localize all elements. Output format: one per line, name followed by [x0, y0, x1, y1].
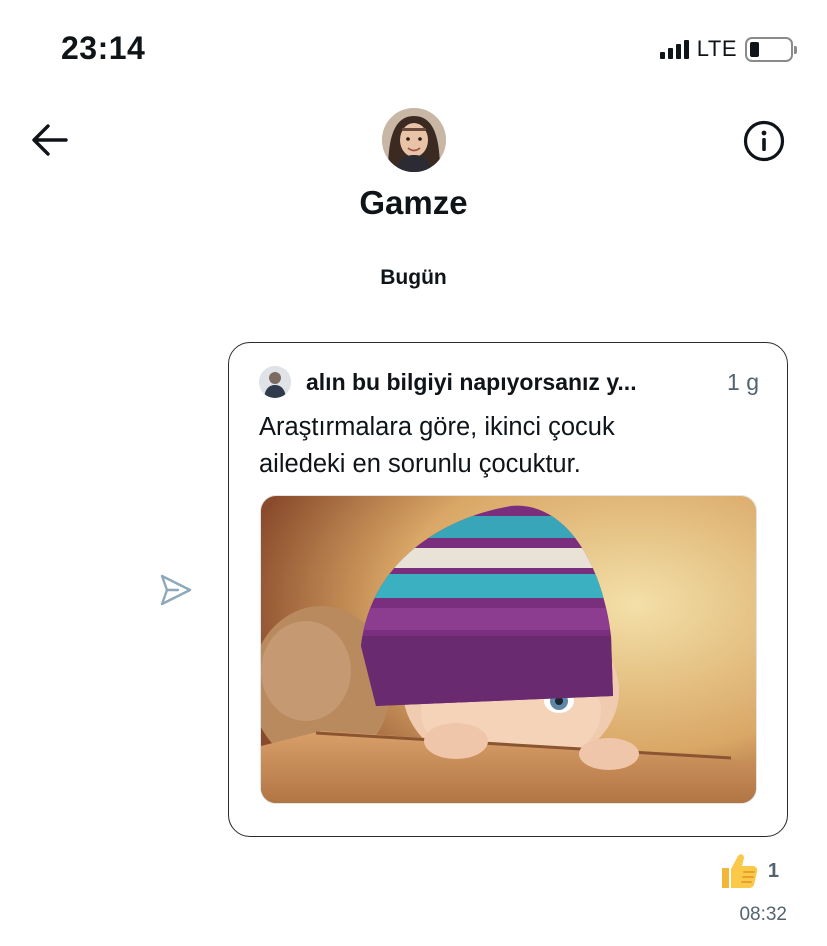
- post-text: Araştırmalara göre, ikinci çocuk ailedek…: [259, 409, 729, 483]
- reaction-count: 1: [767, 859, 779, 882]
- info-circle-icon: [743, 120, 785, 162]
- post-text-line: Araştırmalara göre, ikinci çocuk: [259, 413, 615, 441]
- status-indicators: LTE: [659, 36, 797, 62]
- post-header: alın bu bilgiyi napıyorsanız y... 1 g: [259, 365, 759, 399]
- contact-name[interactable]: Gamze: [0, 184, 827, 222]
- post-age: 1 g: [727, 369, 759, 395]
- info-button[interactable]: [743, 120, 785, 162]
- day-separator: Bugün: [380, 266, 447, 289]
- contact-avatar[interactable]: [382, 108, 446, 172]
- message-time: 08:32: [739, 904, 787, 925]
- send-icon: [160, 574, 192, 606]
- thumbs-up-icon: [718, 850, 760, 892]
- status-time: 23:14: [61, 30, 146, 66]
- post-author: alın bu bilgiyi napıyorsanız y...: [306, 368, 637, 395]
- signal-icon: [659, 39, 689, 59]
- post-text-line: ailedeki en sorunlu çocuktur.: [259, 450, 581, 478]
- arrow-left-icon: [32, 124, 68, 156]
- share-button[interactable]: [158, 572, 194, 608]
- post-image[interactable]: [260, 495, 757, 804]
- author-avatar: [259, 366, 291, 398]
- network-label: LTE: [696, 36, 737, 61]
- battery-icon: [745, 36, 797, 62]
- shared-post-card[interactable]: alın bu bilgiyi napıyorsanız y... 1 g Ar…: [228, 342, 788, 837]
- back-button[interactable]: [30, 122, 70, 158]
- message-reaction[interactable]: 1: [718, 850, 779, 892]
